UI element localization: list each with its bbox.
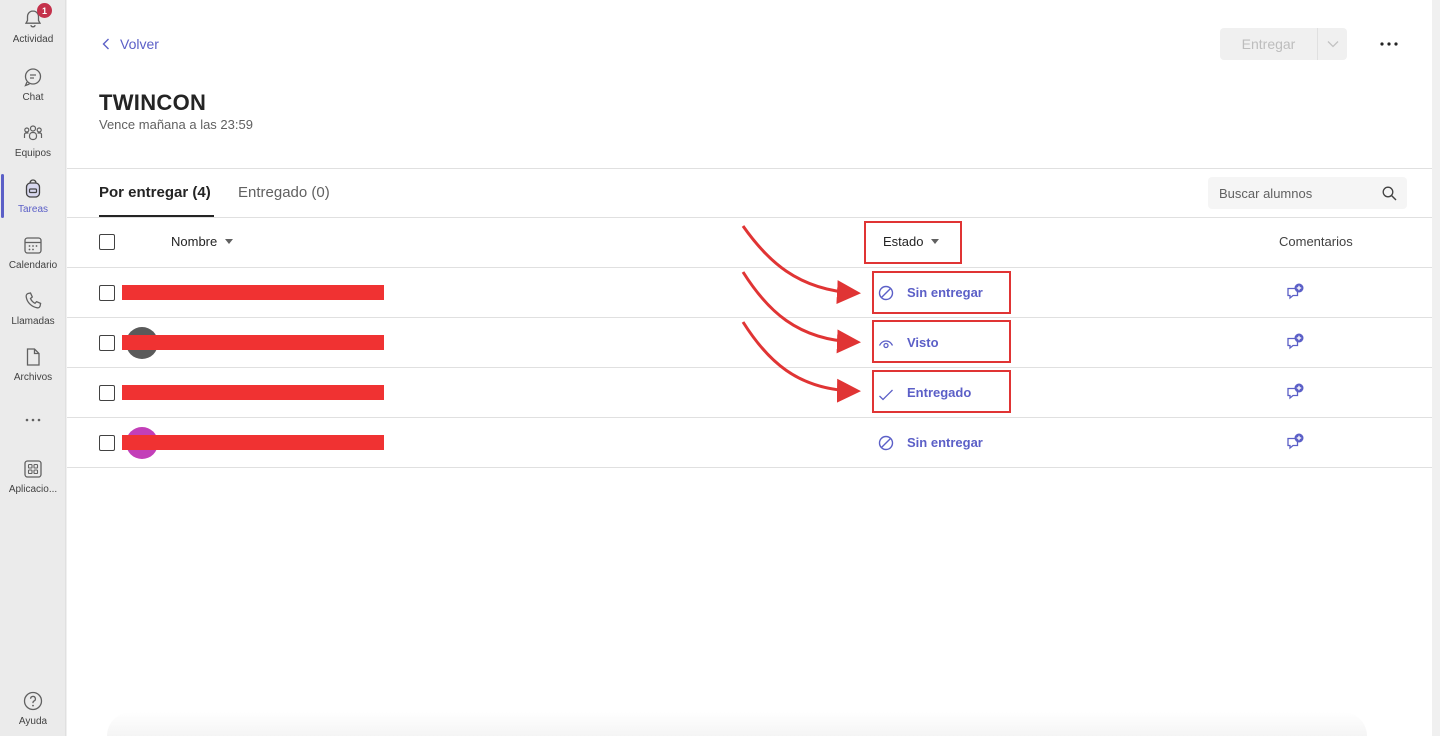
rail-item-label: Ayuda [18,716,48,727]
rail-item-more[interactable] [0,403,66,433]
status-label: Sin entregar [907,435,983,450]
notification-badge: 1 [37,3,52,18]
annotation-arrow [741,321,861,403]
assignment-panel: Volver Entregar TWINCON Vence mañana a l… [67,0,1432,736]
sort-down-icon [225,239,234,244]
divider [67,417,1432,418]
rail-item-label: Equipos [14,148,52,159]
annotation-arrows [741,225,861,403]
rail-item-calendario[interactable]: Calendario [0,228,66,280]
phone-icon [22,290,44,312]
submit-options-button[interactable] [1317,28,1347,60]
rail-item-label: Archivos [13,372,53,383]
highlight-box-status-header [864,221,962,264]
assignment-title: TWINCON [99,90,207,115]
redacted-student-name [122,335,384,350]
divider [67,267,1432,268]
add-comment-icon[interactable] [1285,332,1305,352]
teams-icon [22,122,44,144]
search-box [1208,177,1407,209]
add-comment-icon[interactable] [1285,432,1305,452]
rail-item-tareas[interactable]: Tareas [0,172,66,224]
submit-button[interactable]: Entregar [1220,28,1317,60]
rail-item-actividad[interactable]: 1 Actividad [0,2,66,54]
rail-item-chat[interactable]: Chat [0,60,66,112]
rail-item-label: Chat [22,92,44,103]
help-icon [22,690,44,712]
annotation-arrow [741,225,861,305]
highlight-box-sin-entregar [872,271,1011,314]
submit-split-button: Entregar [1220,28,1347,60]
row-checkbox[interactable] [99,385,115,401]
select-all-checkbox[interactable] [99,234,115,250]
rail-item-ayuda[interactable]: Ayuda [0,684,66,736]
rail-item-archivos[interactable]: Archivos [0,340,66,392]
more-horizontal-icon [1380,42,1398,46]
add-comment-icon[interactable] [1285,382,1305,402]
more-horizontal-icon [22,409,44,431]
divider [67,168,1432,169]
row-checkbox[interactable] [99,285,115,301]
chat-icon [22,66,44,88]
app-rail: 1 Actividad Chat Equipos Tareas Calendar… [0,0,66,736]
row-checkbox[interactable] [99,435,115,451]
more-options-button[interactable] [1374,32,1404,56]
divider [67,317,1432,318]
search-icon[interactable] [1382,186,1397,201]
column-header-name[interactable]: Nombre [171,234,234,249]
file-icon [22,346,44,368]
chevron-left-icon [102,38,109,50]
rail-item-label: Actividad [12,34,54,45]
status-link[interactable]: Sin entregar [877,434,983,451]
rail-item-label: Tareas [17,204,48,215]
row-checkbox[interactable] [99,335,115,351]
tab-entregado[interactable]: Entregado (0) [238,184,330,201]
rail-item-label: Calendario [8,260,58,271]
backpack-icon [22,178,44,200]
chevron-down-icon [1327,41,1338,48]
blocked-icon [877,434,894,451]
back-label: Volver [120,36,159,52]
apps-icon [22,458,44,480]
due-date: Vence mañana a las 23:59 [99,117,253,132]
divider [67,467,1432,468]
rail-item-equipos[interactable]: Equipos [0,116,66,168]
highlight-box-visto [872,320,1011,363]
divider [67,217,1432,218]
tab-por-entregar[interactable]: Por entregar (4) [99,184,214,217]
calendar-icon [22,234,44,256]
rail-item-aplicaciones[interactable]: Aplicacio... [0,452,66,504]
redacted-student-name [122,435,384,450]
divider [67,367,1432,368]
add-comment-icon[interactable] [1285,282,1305,302]
annotation-arrow [741,271,861,354]
bell-icon: 1 [22,3,52,30]
window-edge [1432,0,1440,736]
column-comments-label: Comentarios [1279,234,1353,249]
rail-item-label: Llamadas [11,316,55,327]
highlight-box-entregado [872,370,1011,413]
search-input[interactable] [1219,185,1369,201]
redacted-student-name [122,385,384,400]
bottom-shadow [107,712,1367,736]
redacted-student-name [122,285,384,300]
back-button[interactable]: Volver [102,36,159,52]
column-header-comments: Comentarios [1279,234,1353,249]
rail-item-llamadas[interactable]: Llamadas [0,284,66,336]
column-name-label: Nombre [171,234,218,249]
rail-item-label: Aplicacio... [8,484,58,495]
